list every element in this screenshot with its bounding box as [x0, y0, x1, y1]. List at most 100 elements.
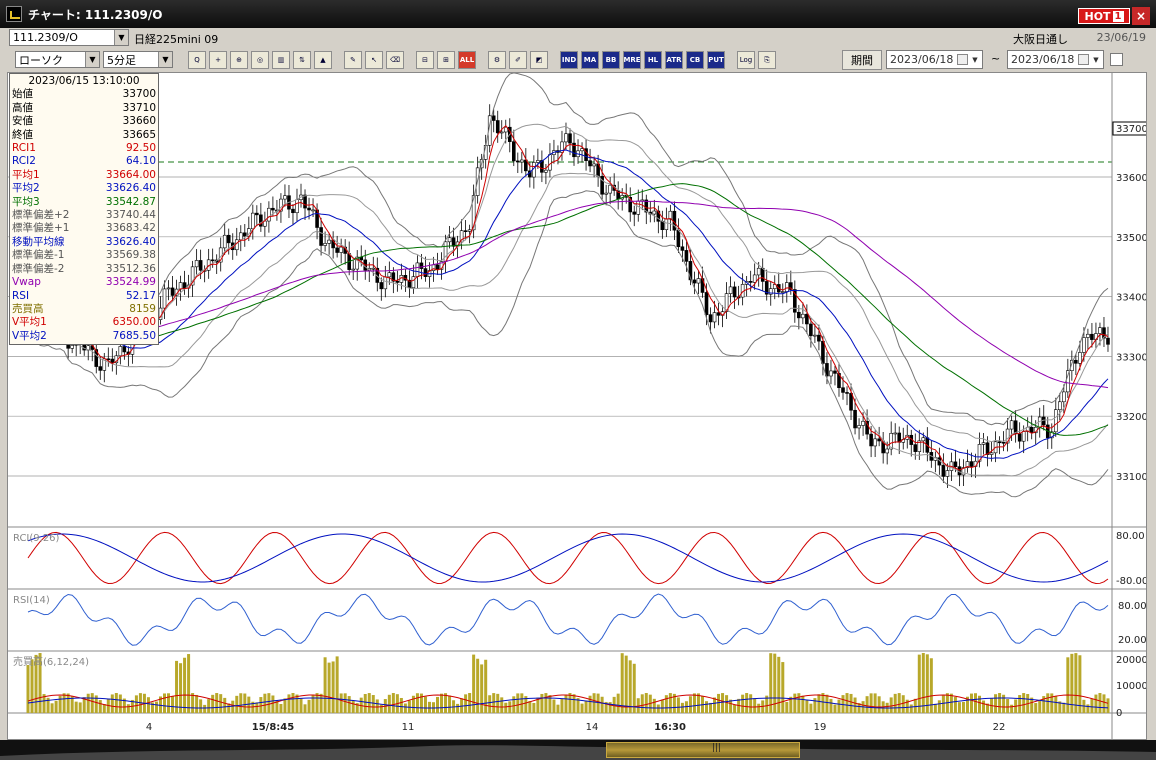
chevron-down-icon[interactable]: ▼	[114, 30, 128, 45]
brush-icon[interactable]: ✐	[509, 51, 527, 69]
volume-bar	[845, 693, 849, 713]
period-button[interactable]: 期間	[842, 50, 882, 70]
bar-chart-icon[interactable]: ▥	[272, 51, 290, 69]
candle-body	[580, 148, 584, 152]
data-row: 標準偏差+1 33683.42	[12, 222, 156, 235]
calendar-icon[interactable]	[1078, 54, 1089, 65]
candle-body	[499, 131, 504, 134]
volume-bar	[624, 655, 628, 713]
volume-bar	[1002, 694, 1006, 713]
ind-button[interactable]: IND	[560, 51, 578, 69]
log-button[interactable]: Log	[737, 51, 755, 69]
chart-type-value: ローソク	[19, 53, 63, 67]
mre-button[interactable]: MRE	[623, 51, 641, 69]
time-scrollbar[interactable]: |||	[0, 740, 1156, 760]
time-tick-label: 4	[146, 722, 152, 733]
chevron-down-icon[interactable]: ▼	[85, 52, 99, 67]
volume-bar	[58, 695, 62, 713]
volume-bar	[632, 663, 636, 713]
data-value: 33626.40	[105, 182, 156, 195]
chart-canvas[interactable]: 33600 33500 33400 33300 33200 33100 33700 RCI(9…	[8, 73, 1147, 740]
volume-bar	[114, 693, 118, 713]
data-label: 平均3	[12, 195, 40, 208]
volume-bar	[998, 693, 1002, 713]
export-icon[interactable]: ⎘	[758, 51, 776, 69]
data-datetime: 2023/06/15 13:10:00	[28, 75, 140, 87]
atr-button[interactable]: ATR	[665, 51, 683, 69]
zoom-in-icon[interactable]: ◎	[251, 51, 269, 69]
volume-bar	[126, 704, 130, 713]
volume-bar	[869, 693, 873, 713]
candle-body	[520, 159, 524, 163]
scroll-grip-icon[interactable]: |||	[712, 743, 722, 753]
timeframe-select[interactable]: 5分足 ▼	[103, 51, 173, 68]
bb-button[interactable]: BB	[602, 51, 620, 69]
all-button[interactable]: ALL	[458, 51, 476, 69]
candle-body	[632, 211, 637, 215]
candle-body	[303, 194, 307, 209]
calendar-icon[interactable]	[957, 54, 968, 65]
merge-icon[interactable]: ⊞	[437, 51, 455, 69]
chevron-down-icon[interactable]: ▼	[1090, 52, 1102, 67]
candle-body	[704, 292, 709, 315]
pointer-icon[interactable]: ↖	[365, 51, 383, 69]
candle-body	[379, 282, 384, 290]
hl-button[interactable]: HL	[644, 51, 662, 69]
chevron-down-icon[interactable]: ▼	[158, 52, 172, 67]
close-button[interactable]: ×	[1132, 7, 1150, 25]
volume-bar	[552, 699, 556, 713]
date-from-field[interactable]: 2023/06/18 ▼	[886, 50, 983, 69]
volume-bar	[725, 695, 729, 713]
volume-bar	[721, 693, 725, 713]
volume-bar	[568, 693, 572, 713]
lock-icon[interactable]: ▲	[314, 51, 332, 69]
settings-icon[interactable]: ⚙	[488, 51, 506, 69]
candle-body	[877, 438, 881, 442]
ma-button[interactable]: MA	[581, 51, 599, 69]
candle-body	[893, 432, 898, 435]
candle-body	[383, 276, 388, 290]
date-to-field[interactable]: 2023/06/18 ▼	[1007, 50, 1104, 69]
data-row: V平均1 6350.00	[12, 316, 156, 329]
volume-bar	[917, 654, 921, 713]
volume-panel-label: 売買高(6,12,24)	[13, 655, 89, 668]
volume-bar	[544, 693, 548, 713]
hot-badge[interactable]: HOT 1	[1078, 8, 1130, 24]
cbo-button[interactable]: CB	[686, 51, 704, 69]
volume-bar	[877, 696, 881, 713]
data-label: 安値	[12, 115, 33, 128]
cursor-icon[interactable]: +	[209, 51, 227, 69]
symbol-select[interactable]: 111.2309/O ▼	[9, 29, 129, 46]
fit-icon[interactable]: ⊕	[230, 51, 248, 69]
time-tick-label: 16:30	[654, 722, 686, 733]
chart-type-select[interactable]: ローソク ▼	[15, 51, 100, 68]
zoom-icon[interactable]: Q	[188, 51, 206, 69]
volume-bar	[745, 693, 749, 713]
candle-icon[interactable]: ⇅	[293, 51, 311, 69]
chevron-down-icon[interactable]: ▼	[969, 52, 981, 67]
realtime-checkbox[interactable]	[1110, 53, 1123, 66]
data-label: 移動平均線	[12, 235, 65, 248]
candle-body	[198, 260, 203, 271]
data-row: 標準偏差+2 33740.44	[12, 209, 156, 222]
pen-icon[interactable]: ✎	[344, 51, 362, 69]
candle-body	[1001, 441, 1006, 444]
price-tick-label: 33400	[1116, 293, 1147, 304]
eraser-icon[interactable]: ⌫	[386, 51, 404, 69]
data-value: 6350.00	[112, 316, 156, 329]
volume-bar	[283, 698, 287, 713]
chart-area[interactable]: 33600 33500 33400 33300 33200 33100 33700 RCI(9…	[7, 72, 1147, 740]
volume-bar	[1074, 653, 1078, 713]
candle-body	[170, 287, 175, 296]
volume-bar	[1090, 698, 1094, 713]
volume-bar	[375, 699, 379, 713]
info-bar: 111.2309/O ▼ 日経225mini 09 大阪日通し 23/06/19	[0, 28, 1156, 47]
volume-bar	[797, 693, 801, 713]
candle-body	[981, 442, 986, 445]
volume-bar	[387, 694, 391, 713]
scrollbar-thumb[interactable]	[606, 742, 800, 758]
color-icon[interactable]: ◩	[530, 51, 548, 69]
put-button[interactable]: PUT	[707, 51, 725, 69]
split-icon[interactable]: ⊟	[416, 51, 434, 69]
volume-bar	[456, 703, 460, 713]
